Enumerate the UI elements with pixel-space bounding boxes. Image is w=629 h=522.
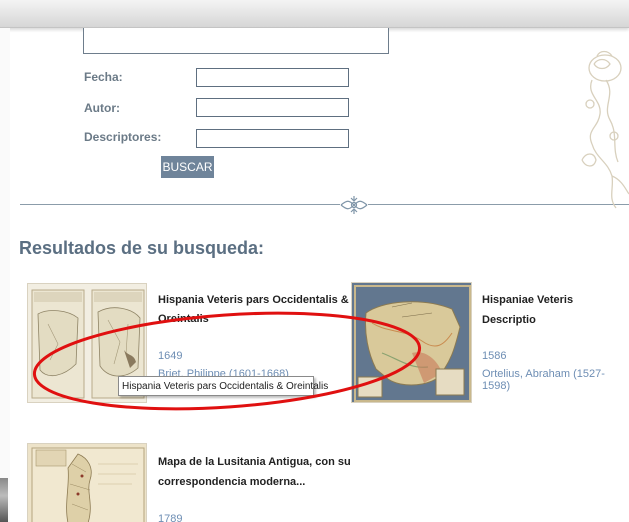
result-title-1-line1[interactable]: Hispania Veteris pars Occidentalis & [158, 290, 349, 310]
results-heading: Resultados de su busqueda: [19, 238, 265, 258]
result-year-3: 1789 [158, 513, 183, 522]
result-year-1: 1649 [158, 350, 183, 362]
floral-ornament-icon [340, 196, 368, 214]
autor-label: Autor: [84, 101, 120, 115]
result-year-2: 1586 [482, 350, 507, 362]
floral-corner-ornament [581, 50, 629, 209]
title-tooltip: Hispania Veteris pars Occidentalis & Ore… [118, 376, 328, 396]
descriptores-label: Descriptores: [84, 130, 162, 144]
fecha-label: Fecha: [84, 70, 123, 84]
result-title-3-line2[interactable]: correspondencia moderna... [158, 472, 305, 492]
browser-top-bar [0, 0, 629, 28]
text-search-field[interactable] [83, 28, 389, 54]
divider-line-left [20, 204, 340, 205]
result-title-2[interactable]: Hispaniae Veteris Descriptio [482, 290, 629, 330]
autor-input[interactable] [196, 98, 349, 117]
result-thumbnail-3[interactable] [27, 443, 147, 522]
left-page-edge [0, 28, 10, 522]
map-image-3 [28, 444, 146, 522]
result-title-1-line2[interactable]: Oreintalis [158, 309, 209, 329]
search-button[interactable]: BUSCAR [161, 156, 214, 178]
descriptores-input[interactable] [196, 129, 349, 148]
map-image-2 [352, 283, 471, 402]
fecha-input[interactable] [196, 68, 349, 87]
left-edge-image-fragment [0, 478, 8, 522]
result-author-2[interactable]: Ortelius, Abraham (1527-1598) [482, 368, 629, 392]
result-title-3-line1[interactable]: Mapa de la Lusitania Antigua, con su [158, 452, 351, 472]
result-thumbnail-2[interactable] [351, 282, 472, 403]
